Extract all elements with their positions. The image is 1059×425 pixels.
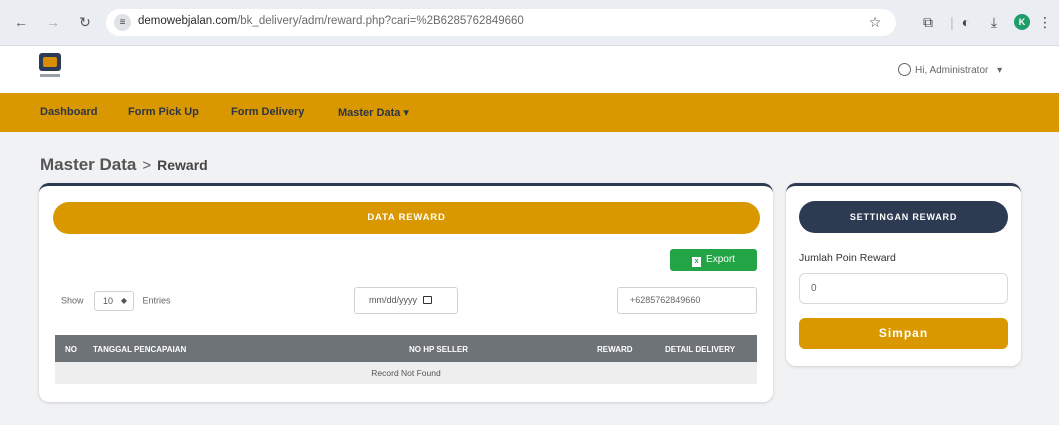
logo[interactable] [38, 53, 62, 81]
url-host: demowebjalan.com [138, 15, 238, 27]
logo-accent [43, 57, 57, 67]
column-header[interactable]: TANGGAL PENCAPAIAN [93, 345, 186, 354]
card-title: DATA REWARD [53, 202, 760, 234]
breadcrumb: Master Data > Reward [40, 155, 208, 175]
url-path: /bk_delivery/adm/reward.php?cari=%2B6285… [237, 15, 524, 27]
breadcrumb-current: Reward [157, 157, 208, 173]
chevron-down-icon: ▾ [403, 107, 409, 119]
nav-form-delivery[interactable]: Form Delivery [231, 106, 304, 118]
excel-icon: x [692, 257, 702, 267]
date-placeholder: mm/dd/yyyy [369, 295, 418, 305]
forward-icon[interactable]: → [44, 13, 62, 31]
entries-control: Show 10 ◆ Entries [61, 291, 171, 311]
reload-icon[interactable]: ↻ [76, 13, 94, 31]
sidebar-icon[interactable]: ◐ [957, 13, 975, 31]
nav-master-data[interactable]: Master Data ▾ [338, 106, 409, 119]
menu-icon[interactable]: ⋮ [1036, 13, 1054, 31]
app-header: Hi, Administrator ▾ [0, 46, 1059, 93]
sort-arrows-icon: ◆ [120, 296, 128, 305]
user-menu[interactable]: Hi, Administrator ▾ [898, 63, 1002, 76]
empty-table-message: Record Not Found [55, 362, 757, 384]
user-label: Hi, Administrator [915, 65, 989, 76]
show-label: Show [61, 295, 84, 306]
export-label: Export [706, 254, 735, 265]
column-header[interactable]: NO [65, 345, 77, 354]
user-icon [898, 63, 911, 76]
back-icon[interactable]: ← [12, 13, 30, 31]
chevron-down-icon: ▾ [997, 65, 1003, 76]
profile-avatar[interactable]: K [1014, 14, 1030, 30]
download-icon[interactable]: ⤓ [985, 13, 1003, 31]
address-bar[interactable]: ≡ demowebjalan.com/bk_delivery/adm/rewar… [106, 9, 896, 36]
main-nav: Dashboard Form Pick Up Form Delivery Mas… [0, 93, 1059, 132]
data-reward-card: DATA REWARD x Export Show 10 ◆ Entries mm/… [39, 183, 773, 402]
star-icon[interactable]: ☆ [866, 13, 884, 31]
column-header[interactable]: REWARD [597, 345, 633, 354]
poin-reward-label: Jumlah Poin Reward [799, 252, 896, 264]
column-header[interactable]: NO HP SELLER [409, 345, 468, 354]
nav-dashboard[interactable]: Dashboard [40, 106, 97, 118]
url-text[interactable]: demowebjalan.com/bk_delivery/adm/reward.… [138, 15, 524, 27]
logo-underline [40, 74, 60, 77]
settings-title: SETTINGAN REWARD [799, 201, 1008, 233]
search-input[interactable]: +6285762849660 [617, 287, 757, 314]
browser-toolbar: ← → ↻ ≡ demowebjalan.com/bk_delivery/adm… [0, 0, 1059, 46]
breadcrumb-section: Master Data [40, 155, 137, 174]
entries-value: 10 [103, 296, 114, 306]
entries-label: Entries [142, 295, 171, 306]
nav-master-data-label: Master Data [338, 107, 401, 119]
date-filter-input[interactable]: mm/dd/yyyy [354, 287, 458, 314]
table-header: NO TANGGAL PENCAPAIAN NO HP SELLER REWAR… [55, 335, 757, 362]
entries-select[interactable]: 10 ◆ [94, 291, 135, 311]
extensions-icon[interactable]: ⧉ [919, 13, 937, 31]
nav-form-pick-up[interactable]: Form Pick Up [128, 106, 199, 118]
column-header[interactable]: DETAIL DELIVERY [665, 345, 735, 354]
site-info-icon[interactable]: ≡ [114, 14, 131, 31]
settings-reward-card: SETTINGAN REWARD Jumlah Poin Reward 0 Si… [786, 183, 1021, 366]
save-button[interactable]: Simpan [799, 318, 1008, 349]
breadcrumb-separator: > [142, 157, 152, 174]
export-button[interactable]: x Export [670, 249, 757, 271]
poin-reward-input[interactable]: 0 [799, 273, 1008, 304]
calendar-icon[interactable] [423, 296, 433, 304]
